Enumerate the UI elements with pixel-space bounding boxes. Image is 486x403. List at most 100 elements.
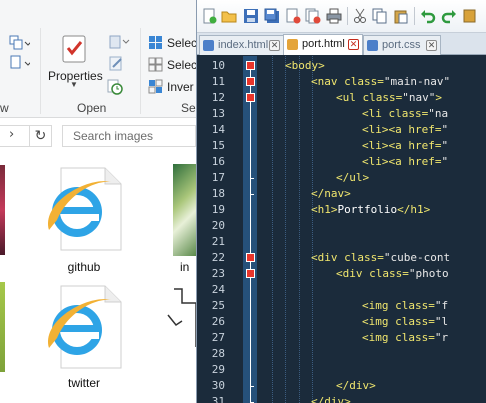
select-none-button[interactable]: Selec <box>167 58 196 72</box>
file-name: twitter <box>67 376 100 390</box>
code-token: <img <box>362 299 396 312</box>
code-line[interactable]: <li><a href=" <box>362 122 448 138</box>
close-all-icon[interactable] <box>305 8 321 24</box>
code-line[interactable]: <img class="f <box>362 298 448 314</box>
paste-icon[interactable] <box>393 8 409 24</box>
css-file-icon <box>367 40 378 51</box>
toolbar-separator <box>414 7 415 25</box>
code-line[interactable]: <img class="l <box>362 314 448 330</box>
copy-icon[interactable] <box>372 8 388 24</box>
image-thumbnail-partial[interactable] <box>0 165 5 255</box>
save-icon[interactable] <box>243 8 259 24</box>
line-number: 28 <box>211 347 225 360</box>
code-token: " <box>441 139 449 152</box>
code-line[interactable]: <ul class="nav"> <box>336 90 442 106</box>
fold-toggle-icon[interactable] <box>246 269 255 278</box>
open-icon[interactable] <box>108 34 130 50</box>
open-folder-icon[interactable] <box>221 8 237 24</box>
code-token: class= <box>395 299 435 312</box>
fold-toggle-icon[interactable] <box>246 253 255 262</box>
fold-toggle-icon[interactable] <box>246 61 255 70</box>
line-number: 13 <box>211 107 225 120</box>
code-line[interactable]: <div class="cube-cont <box>311 250 450 266</box>
address-bar[interactable]: › <box>0 125 30 147</box>
properties-dropdown-chevron-icon[interactable]: ▼ <box>70 80 78 89</box>
line-number: 10 <box>211 59 225 72</box>
find-icon[interactable] <box>463 8 479 24</box>
fold-guide-line <box>250 66 251 403</box>
indent-guide <box>312 56 313 403</box>
code-token: <body> <box>285 59 325 72</box>
code-line[interactable]: </nav> <box>311 186 351 202</box>
code-token: "l <box>434 315 449 328</box>
file-item-github[interactable]: github <box>34 162 134 280</box>
code-area[interactable]: <body> <nav class="main-nav" <ul class="na… <box>259 56 486 403</box>
redo-icon[interactable] <box>441 8 457 24</box>
code-token: class= <box>344 75 384 88</box>
code-line[interactable]: <div class="photo <box>336 266 449 282</box>
line-number: 18 <box>211 187 225 200</box>
select-all-icon[interactable] <box>148 35 164 51</box>
code-line[interactable]: <nav class="main-nav" <box>311 74 450 90</box>
code-token: "cube-cont <box>383 251 451 264</box>
code-line[interactable]: <img class="r <box>362 330 448 346</box>
cut-icon[interactable] <box>352 8 368 24</box>
code-line[interactable]: <li class="na <box>362 106 448 122</box>
close-tab-icon[interactable]: ✕ <box>348 39 359 50</box>
fold-toggle-icon[interactable] <box>246 93 255 102</box>
close-tab-icon[interactable]: ✕ <box>269 40 280 51</box>
code-line[interactable]: </ul> <box>336 170 369 186</box>
toolbar-separator <box>347 7 348 25</box>
search-box[interactable] <box>62 125 196 147</box>
code-token: </div> <box>311 395 351 403</box>
tab-label: port.html <box>302 38 345 50</box>
code-token: "photo <box>408 267 449 280</box>
code-token: "nav" <box>402 91 436 104</box>
fold-end-marker <box>250 178 254 179</box>
print-icon[interactable] <box>326 8 342 24</box>
code-line[interactable]: </div> <box>336 378 376 394</box>
code-token: <h1> <box>311 203 338 216</box>
select-all-button[interactable]: Selec <box>167 36 196 50</box>
close-tab-icon[interactable]: ✕ <box>426 40 437 51</box>
undo-icon[interactable] <box>420 8 436 24</box>
editor-toolbar <box>197 0 486 33</box>
tab-port-html[interactable]: port.html ✕ <box>283 34 363 55</box>
edit-icon[interactable] <box>108 56 126 72</box>
file-item-twitter[interactable]: twitter <box>34 280 134 398</box>
file-item-in[interactable]: in <box>160 162 196 280</box>
close-file-icon[interactable] <box>285 8 301 24</box>
code-token: </ul> <box>336 171 370 184</box>
file-item-texas-map[interactable] <box>160 280 196 398</box>
html-file-icon <box>287 39 298 50</box>
code-line[interactable]: <li><a href=" <box>362 138 448 154</box>
image-thumbnail <box>173 164 196 256</box>
code-token: > <box>435 91 442 104</box>
code-line[interactable]: <h1>Portfolio</h1> <box>311 202 430 218</box>
tab-index-html[interactable]: index.html ✕ <box>199 35 284 55</box>
file-name: in <box>180 260 190 274</box>
code-line[interactable]: <li><a href=" <box>362 154 448 170</box>
select-none-icon[interactable] <box>148 57 164 73</box>
line-number: 19 <box>211 203 225 216</box>
save-all-icon[interactable] <box>264 8 280 24</box>
ribbon-separator <box>40 28 41 114</box>
image-thumbnail-partial[interactable] <box>0 282 5 372</box>
code-line[interactable]: <body> <box>285 58 325 74</box>
invert-selection-icon[interactable] <box>148 79 164 95</box>
internet-explorer-icon <box>39 280 129 372</box>
code-token: "na <box>428 107 449 120</box>
search-input[interactable] <box>73 128 193 144</box>
fold-toggle-icon[interactable] <box>246 77 255 86</box>
paste-shortcut-icon[interactable] <box>8 54 32 72</box>
code-token: class= <box>369 267 409 280</box>
invert-selection-button[interactable]: Inver <box>167 80 194 94</box>
code-line[interactable]: </div> <box>311 394 351 403</box>
history-icon[interactable] <box>106 78 124 96</box>
tab-port-css[interactable]: port.css ✕ <box>363 35 441 55</box>
refresh-button[interactable]: ↻ <box>30 125 52 147</box>
code-token: class= <box>395 315 435 328</box>
new-file-icon[interactable] <box>201 8 217 24</box>
properties-icon[interactable] <box>60 34 88 64</box>
copy-path-icon[interactable] <box>8 34 32 52</box>
